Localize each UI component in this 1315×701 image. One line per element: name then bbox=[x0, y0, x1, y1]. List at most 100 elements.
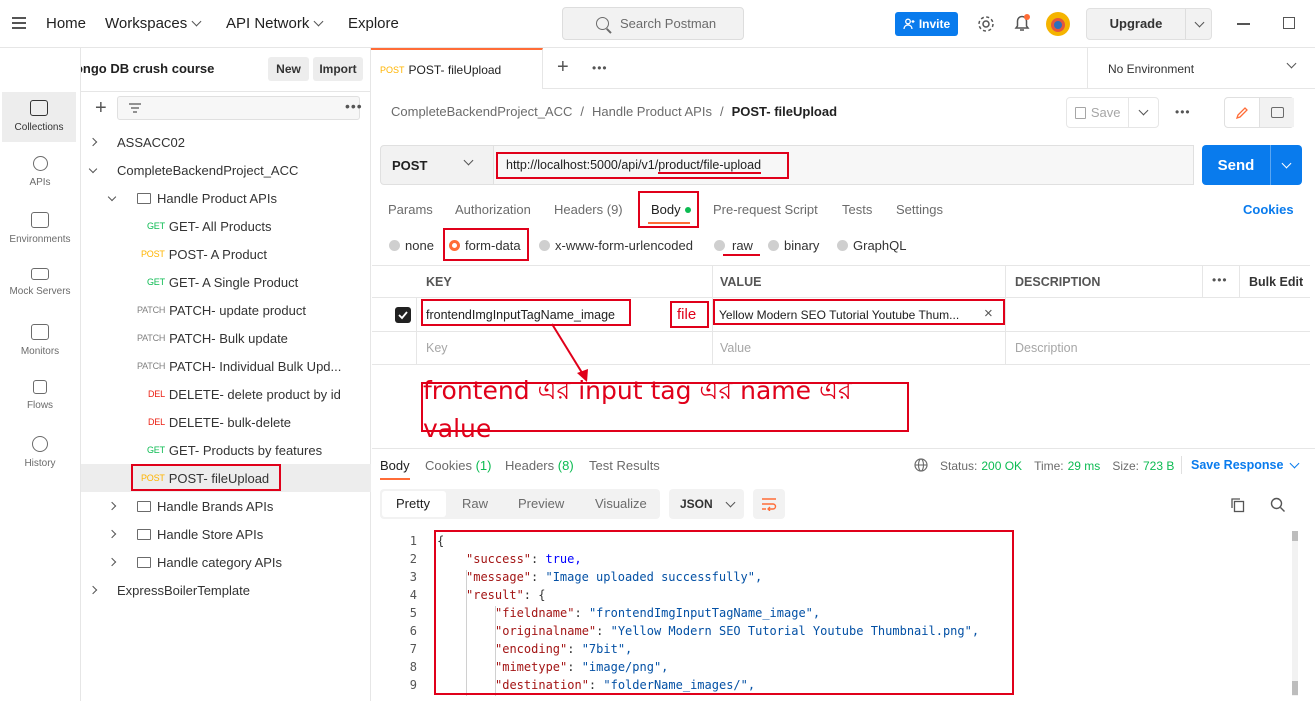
invite-button[interactable]: Invite bbox=[895, 12, 958, 36]
response-tab-test-results[interactable]: Test Results bbox=[589, 458, 660, 473]
breadcrumb-item[interactable]: CompleteBackendProject_ACC bbox=[391, 104, 572, 119]
more-options-icon[interactable]: ••• bbox=[345, 98, 363, 114]
rail-environments[interactable]: Environments bbox=[0, 204, 80, 254]
tree-item[interactable]: DEL DELETE- delete product by id bbox=[81, 380, 371, 408]
comment-icon[interactable] bbox=[1260, 98, 1294, 127]
tree-item[interactable]: DEL DELETE- bulk-delete bbox=[81, 408, 371, 436]
format-select[interactable]: JSON bbox=[669, 489, 744, 519]
nav-api-network[interactable]: API Network bbox=[226, 15, 324, 32]
tree-item[interactable]: Handle category APIs bbox=[81, 548, 371, 576]
search-icon[interactable] bbox=[1270, 497, 1286, 513]
import-button[interactable]: Import bbox=[313, 57, 363, 81]
tree-item[interactable]: ExpressBoilerTemplate bbox=[81, 576, 371, 604]
size-value[interactable]: 723 B bbox=[1143, 459, 1174, 473]
tree-item[interactable]: POST POST- A Product bbox=[81, 240, 371, 268]
rail-mock-servers[interactable]: Mock Servers bbox=[0, 260, 80, 310]
search-input[interactable]: Search Postman bbox=[562, 7, 744, 40]
copy-icon[interactable] bbox=[1230, 497, 1246, 513]
response-tab-cookies[interactable]: Cookies (1) bbox=[425, 458, 491, 473]
annotation-underline bbox=[723, 254, 760, 256]
chevron-down-icon bbox=[1286, 58, 1297, 69]
row-enabled-checkbox[interactable] bbox=[395, 307, 411, 323]
tree-item[interactable]: Handle Brands APIs bbox=[81, 492, 371, 520]
save-button[interactable]: Save bbox=[1066, 97, 1159, 128]
view-visualize[interactable]: Visualize bbox=[595, 496, 647, 511]
avatar[interactable] bbox=[1046, 12, 1070, 36]
annotation-box bbox=[670, 301, 709, 328]
tree-item[interactable]: CompleteBackendProject_ACC bbox=[81, 156, 371, 184]
key-placeholder[interactable]: Key bbox=[426, 341, 448, 355]
menu-icon[interactable] bbox=[12, 14, 28, 34]
view-preview[interactable]: Preview bbox=[518, 496, 564, 511]
time-value[interactable]: 29 ms bbox=[1068, 459, 1101, 473]
bell-icon[interactable] bbox=[1013, 13, 1031, 33]
breadcrumb-item[interactable]: Handle Product APIs bbox=[592, 104, 712, 119]
response-tab-body[interactable]: Body bbox=[380, 458, 410, 473]
radio-graphql[interactable]: GraphQL bbox=[837, 238, 906, 253]
more-options-icon[interactable]: ••• bbox=[1212, 273, 1228, 287]
send-button[interactable]: Send bbox=[1202, 145, 1302, 185]
rail-apis[interactable]: APIs bbox=[0, 148, 80, 198]
gear-icon[interactable] bbox=[976, 14, 996, 34]
add-icon[interactable]: + bbox=[95, 98, 107, 118]
nav-home[interactable]: Home bbox=[46, 15, 86, 32]
tree-item[interactable]: PATCH PATCH- update product bbox=[81, 296, 371, 324]
filter-input[interactable] bbox=[117, 96, 360, 120]
new-button[interactable]: New bbox=[268, 57, 309, 81]
tree-item[interactable]: Handle Store APIs bbox=[81, 520, 371, 548]
nav-workspaces[interactable]: Workspaces bbox=[105, 15, 202, 32]
tree-item[interactable]: GET GET- A Single Product bbox=[81, 268, 371, 296]
response-tab-headers[interactable]: Headers (8) bbox=[505, 458, 574, 473]
bulk-edit-button[interactable]: Bulk Edit bbox=[1249, 275, 1303, 289]
tree-item[interactable]: GET GET- Products by features bbox=[81, 436, 371, 464]
minimize-icon[interactable] bbox=[1237, 23, 1250, 25]
scrollbar[interactable] bbox=[1292, 531, 1298, 696]
chevron-down-icon[interactable] bbox=[1194, 17, 1205, 27]
breadcrumb: CompleteBackendProject_ACC / Handle Produ… bbox=[391, 104, 838, 119]
tab-params[interactable]: Params bbox=[388, 202, 433, 217]
tab-headers[interactable]: Headers (9) bbox=[554, 202, 623, 217]
save-response-button[interactable]: Save Response bbox=[1191, 458, 1300, 472]
line-number: 4 bbox=[409, 588, 417, 602]
value-placeholder[interactable]: Value bbox=[720, 341, 751, 355]
tree-item[interactable]: Handle Product APIs bbox=[81, 184, 371, 212]
maximize-icon[interactable] bbox=[1283, 17, 1295, 29]
radio-binary[interactable]: binary bbox=[768, 238, 819, 253]
radio-urlencoded[interactable]: x-www-form-urlencoded bbox=[539, 238, 693, 253]
tab-authorization[interactable]: Authorization bbox=[455, 202, 531, 217]
upgrade-button[interactable]: Upgrade bbox=[1086, 8, 1212, 40]
tab-settings[interactable]: Settings bbox=[896, 202, 943, 217]
search-icon bbox=[596, 17, 609, 30]
tab-tests[interactable]: Tests bbox=[842, 202, 872, 217]
apis-icon bbox=[32, 156, 48, 171]
tree-item[interactable]: GET GET- All Products bbox=[81, 212, 371, 240]
view-raw[interactable]: Raw bbox=[462, 496, 488, 511]
breadcrumb-current[interactable]: POST- fileUpload bbox=[732, 104, 837, 119]
tree-item[interactable]: PATCH PATCH- Bulk update bbox=[81, 324, 371, 352]
edit-icon[interactable] bbox=[1225, 98, 1260, 127]
rail-flows[interactable]: Flows bbox=[0, 372, 80, 422]
method-select[interactable]: POST bbox=[380, 145, 494, 185]
tab-post-fileupload[interactable]: POST POST- fileUpload bbox=[371, 48, 543, 89]
chevron-down-icon[interactable] bbox=[1281, 158, 1292, 168]
more-options-icon[interactable]: ••• bbox=[592, 61, 608, 75]
wrap-icon[interactable] bbox=[753, 489, 785, 519]
more-options-icon[interactable]: ••• bbox=[1175, 105, 1191, 119]
radio-raw[interactable]: raw bbox=[714, 238, 753, 253]
description-placeholder[interactable]: Description bbox=[1015, 341, 1078, 355]
rail-collections[interactable]: Collections bbox=[2, 92, 76, 142]
nav-explore[interactable]: Explore bbox=[348, 15, 399, 32]
cookies-link[interactable]: Cookies bbox=[1243, 202, 1294, 217]
rail-history[interactable]: History bbox=[0, 428, 80, 478]
new-tab-icon[interactable]: + bbox=[557, 56, 569, 79]
rail-monitors[interactable]: Monitors bbox=[0, 316, 80, 366]
view-pretty[interactable]: Pretty bbox=[396, 496, 430, 511]
radio-none[interactable]: none bbox=[389, 238, 434, 253]
tree-item[interactable]: PATCH PATCH- Individual Bulk Upd... bbox=[81, 352, 371, 380]
invite-label: Invite bbox=[918, 17, 951, 31]
status-badge[interactable]: 200 OK bbox=[981, 459, 1022, 473]
tree-item[interactable]: ASSACC02 bbox=[81, 128, 371, 156]
tab-pre-request-script[interactable]: Pre-request Script bbox=[713, 202, 818, 217]
environment-select[interactable]: No Environment bbox=[1087, 48, 1315, 89]
nav-workspaces-label: Workspaces bbox=[105, 15, 188, 32]
